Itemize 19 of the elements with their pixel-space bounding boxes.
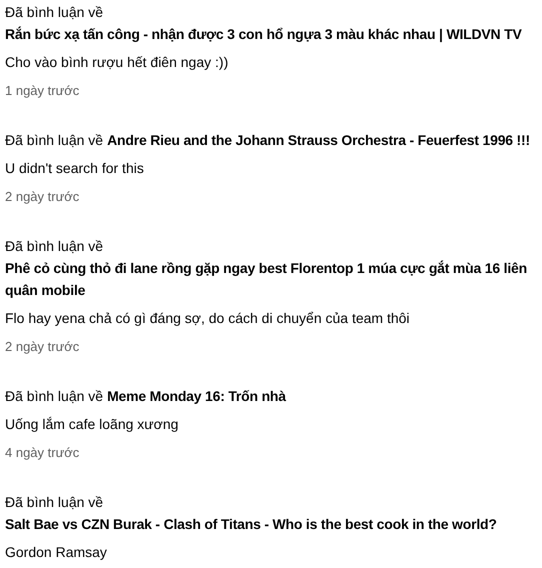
video-title-link[interactable]: Andre Rieu and the Johann Strauss Orchestra - Feuerfest 1996 !!! <box>107 129 530 151</box>
comment-time: 4 ngày trước <box>5 444 80 462</box>
comment-text: U didn't search for this <box>5 159 145 178</box>
commented-on-label: Đã bình luận về <box>5 3 104 22</box>
video-title-link[interactable]: Rắn bức xạ tấn công - nhận được 3 con hổ ngựa 3 màu khác nhau | WILDVN TV <box>5 23 522 45</box>
comment-text: Gordon Ramsay <box>5 543 108 562</box>
comment-text: Cho vào bình rượu hết điên ngay :)) <box>5 53 230 72</box>
video-title-link[interactable]: Salt Bae vs CZN Burak - Clash of Titans - Who is the best cook in the world? <box>5 513 497 535</box>
video-title-link[interactable]: Phê cỏ cùng thỏ đi lane rồng gặp ngay best Florentop 1 múa cực gắt mùa 16 liên quân mobile <box>5 257 538 301</box>
comment-text: Uống lắm cafe loãng xương <box>5 415 180 434</box>
commented-on-label: Đã bình luận về <box>5 387 104 406</box>
video-title-link[interactable]: Meme Monday 16: Trốn nhà <box>107 385 286 407</box>
comment-time: 2 ngày trước <box>5 188 80 206</box>
comment-text: Flo hay yena chả có gì đáng sợ, do cách di chuyển của team thôi <box>5 309 411 328</box>
comment-time: 1 ngày trước <box>5 82 80 100</box>
commented-on-label: Đã bình luận về <box>5 237 104 256</box>
commented-on-label: Đã bình luận về <box>5 493 104 512</box>
commented-on-label: Đã bình luận về <box>5 131 104 150</box>
comment-time: 2 ngày trước <box>5 338 80 356</box>
